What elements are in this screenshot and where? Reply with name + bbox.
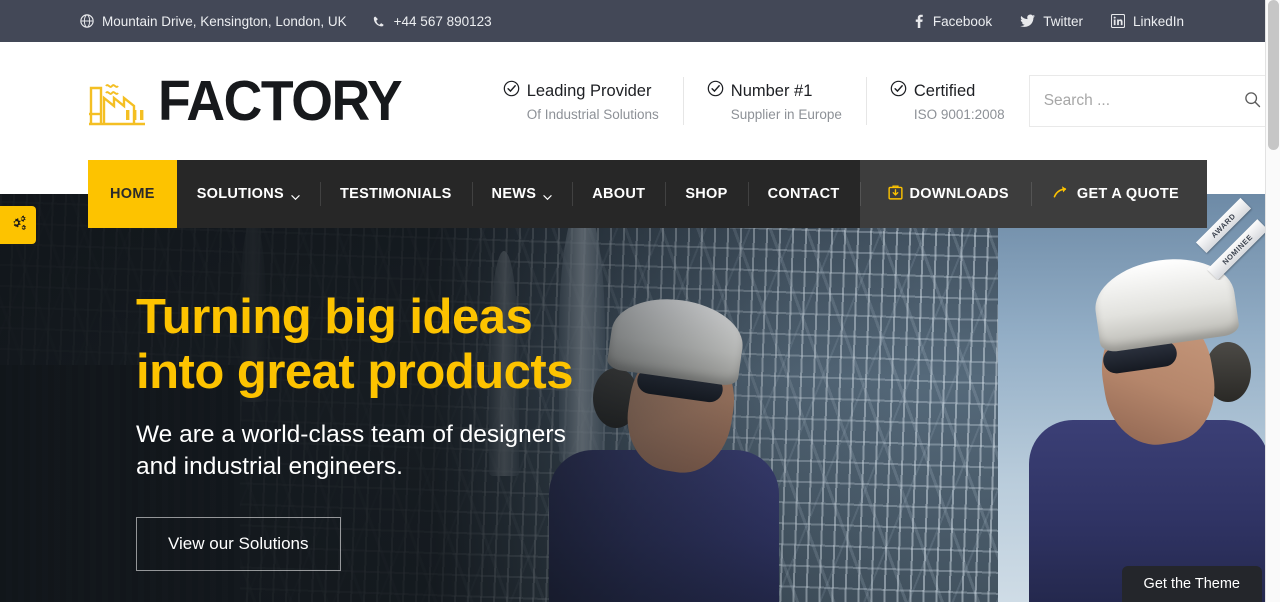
nav-item-shop[interactable]: SHOP <box>665 160 747 228</box>
feature-title-text: Number #1 <box>730 82 813 101</box>
top-bar-contact-group: Mountain Drive, Kensington, London, UK +… <box>80 14 492 29</box>
facebook-icon <box>913 14 925 28</box>
nav-primary-group: HOME SOLUTIONS TESTIMONIALS NEWS ABOUT S… <box>88 160 860 228</box>
phone-item[interactable]: +44 567 890123 <box>373 14 492 29</box>
nav-item-news[interactable]: NEWS <box>472 160 573 228</box>
feature-sub-text: Of Industrial Solutions <box>526 106 659 122</box>
check-circle-icon <box>503 80 520 103</box>
phone-icon <box>373 15 386 28</box>
quote-arrow-icon <box>1053 185 1070 204</box>
phone-text: +44 567 890123 <box>393 13 492 29</box>
feature-leading-provider: Leading Provider Of Industrial Solutions <box>479 80 683 122</box>
hero-section: Turning big ideas into great products We… <box>0 194 1280 602</box>
header-features: Leading Provider Of Industrial Solutions… <box>479 80 1029 122</box>
social-link-linkedin[interactable]: LinkedIn <box>1110 13 1184 29</box>
address-item[interactable]: Mountain Drive, Kensington, London, UK <box>80 14 347 29</box>
hero-heading-line-2: into great products <box>136 344 573 399</box>
feature-sub-text: Supplier in Europe <box>730 106 842 122</box>
social-label: LinkedIn <box>1132 13 1184 29</box>
nav-action-downloads[interactable]: DOWNLOADS <box>866 160 1031 228</box>
feature-number-one: Number #1 Supplier in Europe <box>683 80 866 122</box>
nav-label: HOME <box>110 186 155 202</box>
nav-label: NEWS <box>491 186 537 202</box>
social-link-facebook[interactable]: Facebook <box>913 14 992 29</box>
download-box-icon <box>887 184 903 204</box>
feature-certified: Certified ISO 9001:2008 <box>866 80 1029 122</box>
hero-sub-line-1: We are a world-class team of designers <box>136 420 566 448</box>
hero-sub-line-2: and industrial engineers. <box>136 453 403 481</box>
settings-gear-tab[interactable] <box>0 206 36 244</box>
nav-label: TESTIMONIALS <box>340 186 452 202</box>
chevron-down-icon <box>543 190 552 200</box>
chevron-down-icon <box>291 190 300 200</box>
search-input[interactable] <box>1043 92 1244 110</box>
feature-title-text: Leading Provider <box>526 82 652 101</box>
site-header: FACTORY Leading Provider Of Industrial S… <box>0 42 1280 160</box>
factory-icon <box>86 70 148 133</box>
social-label: Twitter <box>1043 13 1083 29</box>
search-box[interactable] <box>1028 75 1276 127</box>
nav-item-testimonials[interactable]: TESTIMONIALS <box>320 160 472 228</box>
nav-action-get-a-quote[interactable]: GET A QUOTE <box>1031 160 1201 228</box>
address-text: Mountain Drive, Kensington, London, UK <box>102 13 347 29</box>
nav-item-contact[interactable]: CONTACT <box>748 160 860 228</box>
hero-heading-line-1: Turning big ideas <box>136 290 533 344</box>
nav-label: ABOUT <box>592 186 646 202</box>
feature-title-text: Certified <box>913 82 976 101</box>
social-link-twitter[interactable]: Twitter <box>1020 14 1083 29</box>
linkedin-icon <box>1110 14 1125 28</box>
check-circle-icon <box>707 80 724 103</box>
nav-actions-group: DOWNLOADS GET A QUOTE <box>859 160 1207 228</box>
gears-icon <box>8 213 28 238</box>
nav-item-home[interactable]: HOME <box>88 160 177 228</box>
nav-item-about[interactable]: ABOUT <box>572 160 665 228</box>
search-button[interactable] <box>1244 91 1261 111</box>
scrollbar-thumb[interactable] <box>1268 0 1279 150</box>
feature-sub-text: ISO 9001:2008 <box>913 106 1005 122</box>
nav-label: SOLUTIONS <box>196 186 284 202</box>
site-logo[interactable]: FACTORY <box>86 70 417 133</box>
nav-label: CONTACT <box>767 186 840 202</box>
nav-label: SHOP <box>685 186 728 202</box>
page-root: Mountain Drive, Kensington, London, UK +… <box>0 0 1280 602</box>
main-navigation: HOME SOLUTIONS TESTIMONIALS NEWS ABOUT S… <box>88 160 1207 228</box>
twitter-icon <box>1020 14 1036 28</box>
social-links-group: Facebook Twitter LinkedIn <box>913 14 1256 29</box>
check-circle-icon <box>890 80 907 103</box>
nav-action-label: DOWNLOADS <box>909 186 1009 202</box>
top-bar: Mountain Drive, Kensington, London, UK +… <box>0 0 1280 42</box>
page-scrollbar[interactable] <box>1265 0 1280 602</box>
hero-subheading: We are a world-class team of designers a… <box>136 419 573 484</box>
globe-icon <box>80 14 94 28</box>
nav-item-solutions[interactable]: SOLUTIONS <box>177 160 320 228</box>
view-solutions-button[interactable]: View our Solutions <box>136 517 341 572</box>
social-label: Facebook <box>932 13 993 29</box>
nav-action-label: GET A QUOTE <box>1076 186 1179 202</box>
hero-content: Turning big ideas into great products We… <box>136 290 573 572</box>
logo-text: FACTORY <box>158 68 403 133</box>
search-icon <box>1244 91 1261 111</box>
hero-heading: Turning big ideas into great products <box>136 290 573 400</box>
get-the-theme-button[interactable]: Get the Theme <box>1121 566 1262 602</box>
